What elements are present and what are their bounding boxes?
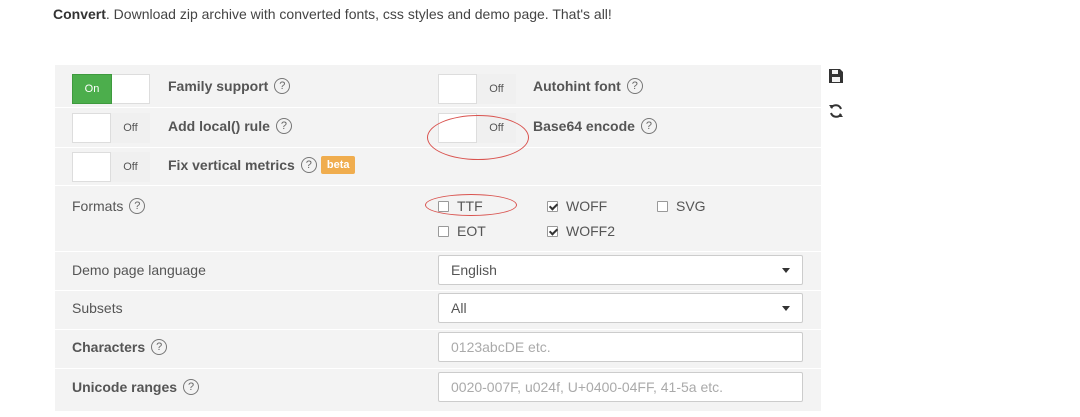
caret-down-icon: [782, 268, 790, 273]
row-fix-vertical: Off Fix vertical metrics ? beta: [55, 148, 821, 186]
help-icon[interactable]: ?: [151, 339, 168, 355]
help-icon[interactable]: ?: [274, 78, 291, 94]
intro-bold: Convert: [53, 6, 106, 22]
formats-text: Formats: [72, 198, 124, 214]
refresh-icon[interactable]: [828, 103, 844, 124]
demo-language-value: English: [451, 262, 497, 278]
row-subsets: Subsets All: [55, 291, 821, 330]
intro-rest: . Download zip archive with converted fo…: [105, 6, 612, 22]
subsets-value: All: [451, 300, 467, 316]
format-svg-checkbox[interactable]: SVG: [657, 198, 706, 214]
row-demo-language: Demo page language English: [55, 252, 821, 291]
help-icon[interactable]: ?: [129, 198, 146, 214]
fix-vertical-metrics-text: Fix vertical metrics: [168, 157, 295, 173]
row-characters: Characters ? 0123abcDE etc.: [55, 330, 821, 369]
help-icon[interactable]: ?: [183, 379, 200, 395]
toggle-off-knob: Off: [110, 113, 150, 143]
save-icon-svg: [829, 69, 843, 83]
help-icon[interactable]: ?: [626, 78, 643, 94]
demo-language-select[interactable]: English: [438, 255, 803, 285]
demo-language-label: Demo page language: [72, 262, 206, 278]
base64-encode-toggle[interactable]: Off: [438, 113, 516, 143]
base64-encode-text: Base64 encode: [533, 118, 635, 134]
toggle-off-knob: Off: [476, 74, 516, 104]
format-woff-label: WOFF: [566, 198, 608, 214]
subsets-select[interactable]: All: [438, 293, 803, 323]
help-icon[interactable]: ?: [640, 118, 657, 134]
save-icon[interactable]: [828, 68, 844, 89]
checkbox-box[interactable]: [438, 200, 449, 212]
settings-panel: On Family support ? Off Autohint font ? …: [55, 65, 821, 411]
formats-label: Formats ?: [72, 198, 146, 214]
subsets-label: Subsets: [72, 300, 123, 316]
checkbox-box-checked[interactable]: [547, 225, 558, 237]
fix-vertical-metrics-label: Fix vertical metrics ? beta: [168, 156, 356, 174]
fix-vertical-metrics-toggle[interactable]: Off: [72, 152, 150, 182]
family-support-text: Family support: [168, 78, 269, 94]
autohint-font-label: Autohint font ?: [533, 78, 643, 94]
row-local-base64: Off Add local() rule ? Off Base64 encode…: [55, 108, 821, 148]
intro-text: Convert. Download zip archive with conve…: [53, 6, 612, 22]
row-family-autohint: On Family support ? Off Autohint font ?: [55, 65, 821, 108]
format-woff-checkbox[interactable]: WOFF: [547, 198, 607, 214]
format-ttf-checkbox[interactable]: TTF: [438, 198, 483, 214]
beta-badge: beta: [320, 156, 356, 174]
toggle-off-knob: Off: [110, 152, 150, 182]
characters-label: Characters ?: [72, 339, 168, 355]
unicode-ranges-input[interactable]: 0020-007F, u024f, U+0400-04FF, 41-5a etc…: [438, 372, 803, 402]
characters-placeholder: 0123abcDE etc.: [451, 339, 551, 355]
help-icon[interactable]: ?: [300, 157, 317, 173]
help-icon[interactable]: ?: [275, 118, 292, 134]
family-support-label: Family support ?: [168, 78, 291, 94]
toggle-on-knob: On: [72, 74, 112, 104]
caret-down-icon: [782, 306, 790, 311]
autohint-font-text: Autohint font: [533, 78, 621, 94]
autohint-font-toggle[interactable]: Off: [438, 74, 516, 104]
row-formats: Formats ? TTF WOFF SVG EOT WOFF2: [55, 186, 821, 252]
checkbox-box[interactable]: [657, 200, 668, 212]
row-unicode-ranges: Unicode ranges ? 0020-007F, u024f, U+040…: [55, 369, 821, 411]
checkbox-box-checked[interactable]: [547, 200, 558, 212]
format-svg-label: SVG: [676, 198, 706, 214]
characters-text: Characters: [72, 339, 146, 355]
add-local-rule-text: Add local() rule: [168, 118, 270, 134]
add-local-rule-label: Add local() rule ?: [168, 118, 292, 134]
characters-input[interactable]: 0123abcDE etc.: [438, 332, 803, 362]
unicode-ranges-label: Unicode ranges ?: [72, 379, 200, 395]
unicode-ranges-placeholder: 0020-007F, u024f, U+0400-04FF, 41-5a etc…: [451, 379, 724, 395]
format-woff2-label: WOFF2: [566, 223, 615, 239]
format-woff2-checkbox[interactable]: WOFF2: [547, 223, 615, 239]
base64-encode-label: Base64 encode ?: [533, 118, 657, 134]
toggle-off-knob: Off: [476, 113, 516, 143]
checkbox-box[interactable]: [438, 225, 449, 237]
format-ttf-label: TTF: [457, 198, 483, 214]
add-local-rule-toggle[interactable]: Off: [72, 113, 150, 143]
format-eot-checkbox[interactable]: EOT: [438, 223, 486, 239]
format-eot-label: EOT: [457, 223, 486, 239]
refresh-icon-svg: [829, 104, 843, 118]
family-support-toggle[interactable]: On: [72, 74, 150, 104]
unicode-ranges-text: Unicode ranges: [72, 379, 178, 395]
